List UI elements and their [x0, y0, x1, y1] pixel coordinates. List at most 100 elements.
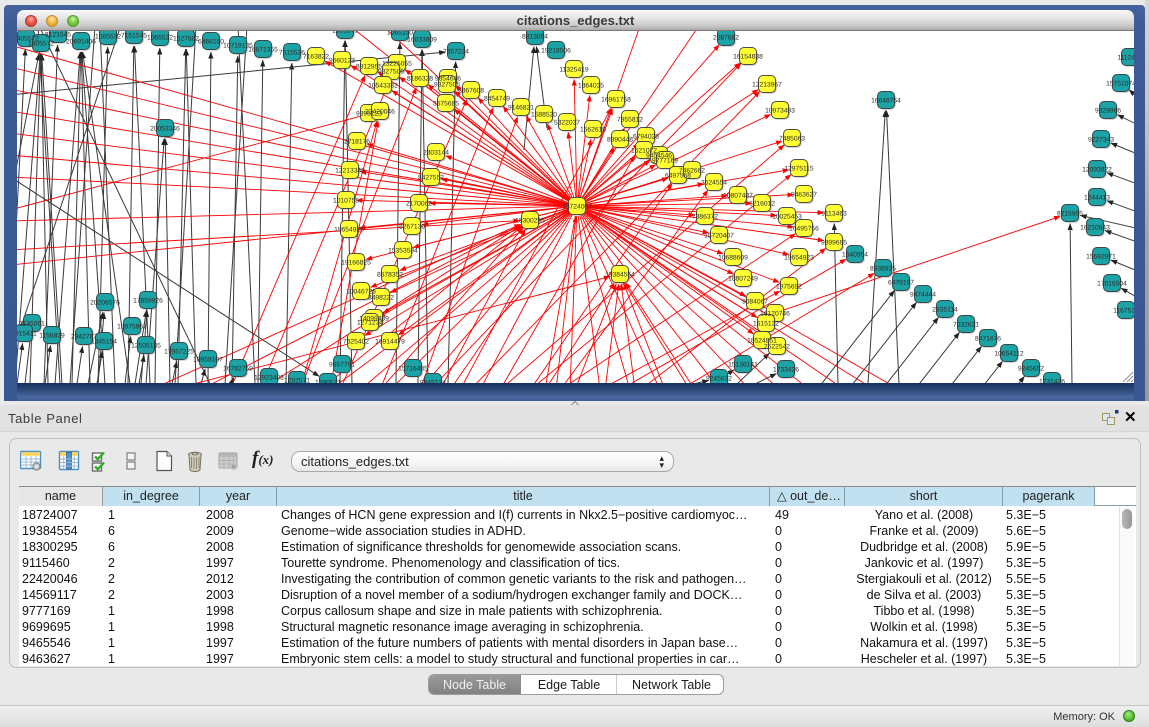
svg-text:9113463: 9113463 [821, 210, 847, 217]
svg-text:17859926: 17859926 [133, 297, 163, 304]
svg-text:1851075: 1851075 [332, 31, 358, 34]
svg-text:8471676: 8471676 [975, 335, 1001, 342]
svg-text:12505135: 12505135 [131, 342, 161, 349]
svg-text:9327505: 9327505 [434, 81, 460, 88]
svg-text:2718176: 2718176 [344, 138, 370, 145]
svg-text:16495756: 16495756 [789, 225, 819, 232]
svg-text:9245652: 9245652 [1018, 365, 1044, 372]
svg-text:19654925: 19654925 [334, 226, 364, 233]
svg-text:11325419: 11325419 [559, 66, 589, 73]
svg-text:7357224: 7357224 [443, 48, 469, 55]
svg-text:1112455: 1112455 [1117, 54, 1134, 61]
svg-text:1135061: 1135061 [19, 320, 45, 327]
svg-text:1731426: 1731426 [1039, 378, 1065, 383]
svg-text:16648764: 16648764 [871, 97, 901, 104]
svg-text:20206576: 20206576 [90, 299, 120, 306]
svg-text:15136141: 15136141 [728, 361, 758, 368]
svg-text:12975115: 12975115 [784, 165, 814, 172]
svg-text:8186328: 8186328 [407, 75, 433, 82]
svg-text:2087682: 2087682 [713, 34, 739, 41]
svg-text:19218506: 19218506 [541, 47, 571, 54]
svg-text:13226055: 13226055 [382, 60, 412, 67]
svg-text:9084067: 9084067 [742, 298, 768, 305]
svg-text:1405572: 1405572 [28, 40, 54, 47]
svg-text:10973493: 10973493 [765, 107, 795, 114]
svg-text:17957225: 17957225 [164, 348, 194, 355]
svg-text:2867608: 2867608 [458, 87, 484, 94]
svg-text:8454749: 8454749 [484, 95, 510, 102]
svg-text:9777169: 9777169 [652, 157, 678, 164]
svg-text:19384554: 19384554 [605, 271, 635, 278]
svg-text:1527602: 1527602 [173, 35, 199, 42]
svg-text:1588520: 1588520 [531, 111, 557, 118]
svg-text:7163822: 7163822 [303, 53, 329, 60]
svg-text:18724007: 18724007 [562, 203, 592, 210]
svg-text:1167533: 1167533 [1113, 307, 1134, 314]
svg-text:6466160: 6466160 [198, 38, 224, 45]
svg-text:6216012: 6216012 [749, 200, 775, 207]
svg-text:10688609: 10688609 [718, 254, 748, 261]
svg-text:9245632: 9245632 [706, 375, 732, 382]
svg-text:1065532: 1065532 [95, 33, 121, 40]
svg-text:1065532: 1065532 [147, 34, 173, 41]
svg-text:1271234: 1271234 [357, 319, 383, 326]
svg-text:17016504: 17016504 [1097, 280, 1127, 287]
svg-text:20691406: 20691406 [66, 38, 96, 45]
svg-text:8938925: 8938925 [870, 265, 896, 272]
svg-text:7032621: 7032621 [953, 321, 979, 328]
svg-text:1615132: 1615132 [753, 320, 779, 327]
svg-text:7151545: 7151545 [121, 32, 147, 39]
svg-text:9227343: 9227343 [1088, 136, 1114, 143]
svg-text:9327505: 9327505 [378, 68, 404, 75]
svg-text:2170062: 2170062 [406, 200, 432, 207]
svg-text:16154838: 16154838 [733, 53, 763, 60]
svg-text:10975867: 10975867 [117, 323, 147, 330]
svg-text:16033809: 16033809 [407, 36, 437, 43]
svg-text:7386372: 7386372 [692, 213, 718, 220]
svg-text:3498222: 3498222 [368, 294, 394, 301]
svg-text:10958107: 10958107 [193, 356, 223, 363]
svg-text:9845124: 9845124 [420, 379, 446, 383]
svg-text:8813054: 8813054 [522, 33, 548, 40]
svg-text:9899695: 9899695 [821, 239, 847, 246]
svg-text:10807487: 10807487 [723, 192, 753, 199]
svg-text:18807249: 18807249 [728, 275, 758, 282]
svg-text:6794028: 6794028 [633, 133, 659, 140]
svg-text:15751074: 15751074 [1106, 80, 1134, 87]
svg-text:3915411: 3915411 [17, 330, 37, 337]
svg-text:1975692: 1975692 [776, 283, 802, 290]
svg-text:1010755: 1010755 [333, 197, 359, 204]
svg-text:16210643: 16210643 [1080, 224, 1110, 231]
svg-text:16120746: 16120746 [760, 310, 790, 317]
svg-text:10654112: 10654112 [994, 350, 1024, 357]
svg-text:8267130: 8267130 [399, 223, 425, 230]
svg-text:15716485: 15716485 [398, 365, 428, 372]
svg-text:12213349: 12213349 [335, 167, 365, 174]
svg-text:7485063: 7485063 [779, 135, 805, 142]
svg-text:12213967: 12213967 [752, 81, 782, 88]
svg-text:7955812: 7955812 [617, 116, 643, 123]
svg-text:9329966: 9329966 [1095, 107, 1121, 114]
svg-text:19166825: 19166825 [341, 259, 371, 266]
svg-text:1640954: 1640954 [842, 251, 868, 258]
svg-text:9474444: 9474444 [910, 291, 936, 298]
svg-text:10025453: 10025453 [772, 213, 802, 220]
svg-text:15720407: 15720407 [704, 232, 734, 239]
svg-text:6479197: 6479197 [888, 279, 914, 286]
svg-text:1864035: 1864035 [578, 82, 604, 89]
svg-text:16961758: 16961758 [601, 96, 631, 103]
svg-text:7625402: 7625402 [343, 338, 369, 345]
svg-text:19654923: 19654923 [784, 254, 814, 261]
svg-text:3675685: 3675685 [433, 100, 459, 107]
svg-text:2935114: 2935114 [932, 306, 958, 313]
svg-text:16671355: 16671355 [248, 46, 278, 53]
svg-text:1290571: 1290571 [315, 379, 341, 383]
svg-text:2803144: 2803144 [423, 149, 449, 156]
svg-text:8678352: 8678352 [377, 271, 403, 278]
svg-text:18300295: 18300295 [515, 217, 545, 224]
svg-text:1562615: 1562615 [580, 126, 606, 133]
svg-text:9657791: 9657791 [329, 361, 355, 368]
svg-text:1345154: 1345154 [91, 338, 117, 345]
svg-text:8215955: 8215955 [1057, 210, 1083, 217]
svg-text:1292571: 1292571 [284, 377, 310, 383]
